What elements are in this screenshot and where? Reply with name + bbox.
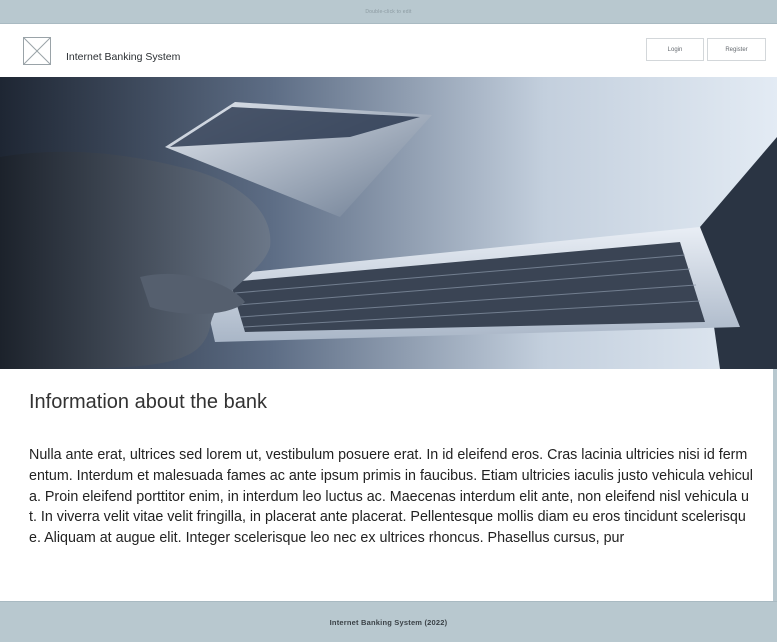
- site-footer: Internet Banking System (2022): [0, 601, 777, 642]
- hero-illustration: [0, 77, 777, 369]
- section-heading: Information about the bank: [29, 391, 267, 413]
- register-button[interactable]: Register: [707, 38, 766, 61]
- hero-image: [0, 77, 777, 369]
- logo-placeholder-icon[interactable]: [23, 37, 51, 65]
- login-button[interactable]: Login: [646, 38, 704, 61]
- editor-top-bar: Double-click to edit: [0, 0, 777, 24]
- bank-info-paragraph: Nulla ante erat, ultrices sed lorem ut, …: [29, 447, 753, 547]
- edit-hint: Double-click to edit: [365, 8, 412, 15]
- main-content: Information about the bank Nulla ante er…: [0, 369, 775, 601]
- footer-text: Internet Banking System (2022): [329, 617, 448, 627]
- site-header: Internet Banking System Login Register: [0, 24, 777, 77]
- site-title: Internet Banking System: [66, 51, 181, 63]
